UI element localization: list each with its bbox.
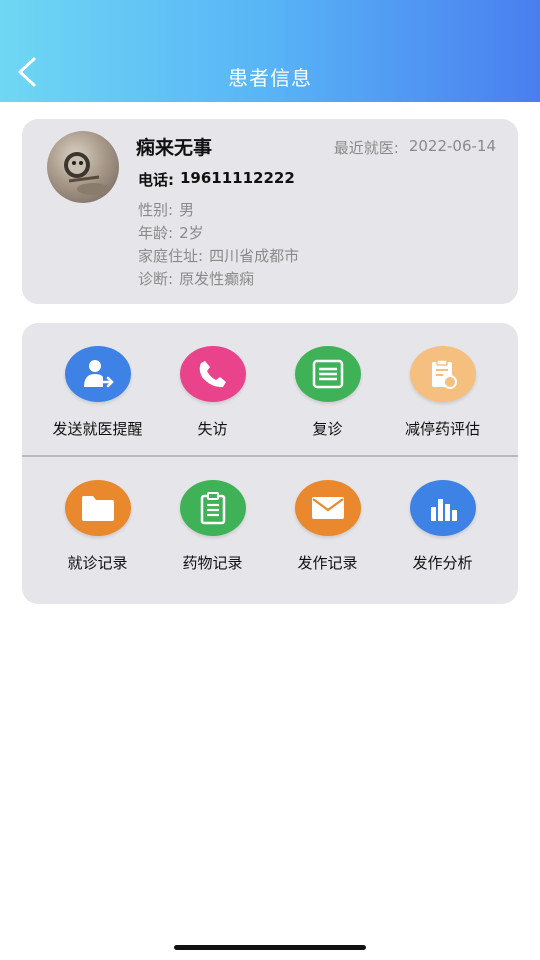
seizure-records-button[interactable]: 发作记录 xyxy=(270,480,385,573)
actions-card: 发送就医提醒 失访 复诊 减停药评估 就诊记录 药物记录 发作记录 发作分析 xyxy=(22,323,518,604)
patient-info-card: 痫来无事 最近就医: 2022-06-14 电话: 19611112222 性别… xyxy=(22,119,518,304)
phone-label: 电话: xyxy=(138,171,174,189)
section-divider xyxy=(22,455,518,457)
envelope-icon xyxy=(294,480,361,536)
address-row: 家庭住址: 四川省成都市 xyxy=(138,245,299,266)
address-label: 家庭住址: xyxy=(138,247,204,265)
address-value: 四川省成都市 xyxy=(209,247,300,265)
patient-name: 痫来无事 xyxy=(136,137,213,159)
action-row-1: 发送就医提醒 失访 复诊 减停药评估 xyxy=(22,346,518,439)
page-title: 患者信息 xyxy=(228,66,312,90)
seizure-records-label: 发作记录 xyxy=(297,554,358,572)
medication-reduction-button[interactable]: 减停药评估 xyxy=(385,346,500,439)
seizure-analysis-label: 发作分析 xyxy=(412,554,473,572)
phone-row: 电话: 19611112222 xyxy=(138,169,295,190)
gender-value: 男 xyxy=(179,201,195,219)
clipboard-refresh-icon xyxy=(409,346,476,402)
age-value: 2岁 xyxy=(179,224,204,242)
top-navigation-bar: 患者信息 xyxy=(0,0,540,102)
diagnosis-label: 诊断: xyxy=(138,270,174,288)
age-row: 年龄: 2岁 xyxy=(138,222,204,243)
medication-reduction-label: 减停药评估 xyxy=(404,420,480,438)
last-visit-date: 2022-06-14 xyxy=(408,137,496,155)
avatar-image xyxy=(64,152,109,195)
lost-follow-up-button[interactable]: 失访 xyxy=(155,346,270,439)
last-visit-label: 最近就医: xyxy=(333,139,399,157)
action-row-2: 就诊记录 药物记录 发作记录 发作分析 xyxy=(22,480,518,573)
lost-follow-up-label: 失访 xyxy=(197,420,228,438)
bar-chart-icon xyxy=(409,480,476,536)
revisit-button[interactable]: 复诊 xyxy=(270,346,385,439)
last-visit: 最近就医: 2022-06-14 xyxy=(334,137,496,158)
diagnosis-row: 诊断: 原发性癫痫 xyxy=(138,268,254,289)
gender-row: 性别: 男 xyxy=(138,199,194,220)
visit-records-button[interactable]: 就诊记录 xyxy=(40,480,155,573)
send-reminder-label: 发送就医提醒 xyxy=(52,420,143,438)
phone-icon xyxy=(179,346,246,402)
gender-label: 性别: xyxy=(138,201,174,219)
medication-records-button[interactable]: 药物记录 xyxy=(155,480,270,573)
folder-icon xyxy=(64,480,131,536)
document-stack-icon xyxy=(294,346,361,402)
clipboard-icon xyxy=(179,480,246,536)
user-send-icon xyxy=(64,346,131,402)
visit-records-label: 就诊记录 xyxy=(67,554,128,572)
phone-number[interactable]: 19611112222 xyxy=(180,169,295,190)
revisit-label: 复诊 xyxy=(312,420,343,438)
home-indicator[interactable] xyxy=(174,945,366,950)
medication-records-label: 药物记录 xyxy=(182,554,243,572)
seizure-analysis-button[interactable]: 发作分析 xyxy=(385,480,500,573)
age-label: 年龄: xyxy=(138,224,174,242)
send-reminder-button[interactable]: 发送就医提醒 xyxy=(40,346,155,439)
avatar[interactable] xyxy=(47,131,119,203)
diagnosis-value: 原发性癫痫 xyxy=(179,270,255,288)
